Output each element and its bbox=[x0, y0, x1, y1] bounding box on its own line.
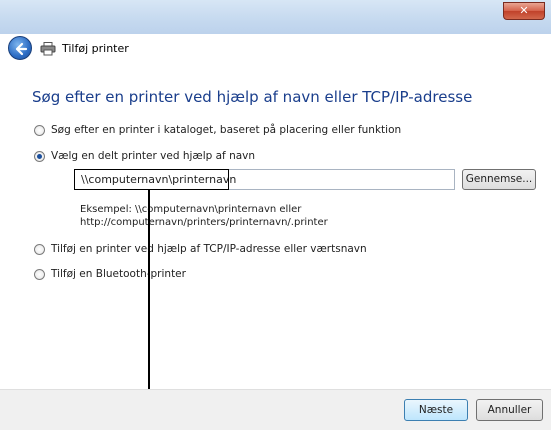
printer-path-input[interactable]: \\computernavn\printernavn bbox=[74, 169, 455, 190]
window-title: Tilføj printer bbox=[62, 42, 129, 55]
radio-button[interactable] bbox=[34, 124, 45, 136]
option-label: Vælg en delt printer ved hjælp af navn bbox=[51, 150, 256, 162]
page-heading: Søg efter en printer ved hjælp af navn e… bbox=[32, 88, 473, 106]
back-arrow-icon bbox=[15, 42, 28, 56]
example-line: http://computernavn/printers/printernavn… bbox=[80, 217, 328, 228]
close-button[interactable]: ✕ bbox=[503, 2, 545, 20]
browse-button[interactable]: Gennemse... bbox=[462, 169, 536, 190]
dialog-footer bbox=[0, 389, 551, 430]
cancel-button[interactable]: Annuller bbox=[476, 399, 543, 421]
radio-button[interactable] bbox=[34, 243, 45, 255]
radio-button[interactable] bbox=[34, 268, 45, 280]
next-button[interactable]: Næste bbox=[404, 399, 468, 421]
option-label: Tilføj en Bluetooth-printer bbox=[51, 268, 186, 280]
option-label: Søg efter en printer i kataloget, basere… bbox=[51, 124, 402, 136]
printer-icon bbox=[40, 42, 56, 56]
title-bar bbox=[0, 0, 551, 34]
option-label: Tilføj en printer ved hjælp af TCP/IP-ad… bbox=[51, 243, 367, 255]
option-search-directory[interactable]: Søg efter en printer i kataloget, basere… bbox=[34, 124, 401, 136]
option-tcpip-address[interactable]: Tilføj en printer ved hjælp af TCP/IP-ad… bbox=[34, 243, 367, 255]
example-line: Eksempel: \\computernavn\printernavn ell… bbox=[80, 204, 302, 215]
option-shared-printer-by-name[interactable]: Vælg en delt printer ved hjælp af navn bbox=[34, 150, 255, 162]
example-text: Eksempel: \\computernavn\printernavn ell… bbox=[80, 203, 328, 229]
option-bluetooth-printer[interactable]: Tilføj en Bluetooth-printer bbox=[34, 268, 186, 280]
back-button[interactable] bbox=[8, 36, 32, 60]
radio-button-selected[interactable] bbox=[34, 150, 45, 162]
